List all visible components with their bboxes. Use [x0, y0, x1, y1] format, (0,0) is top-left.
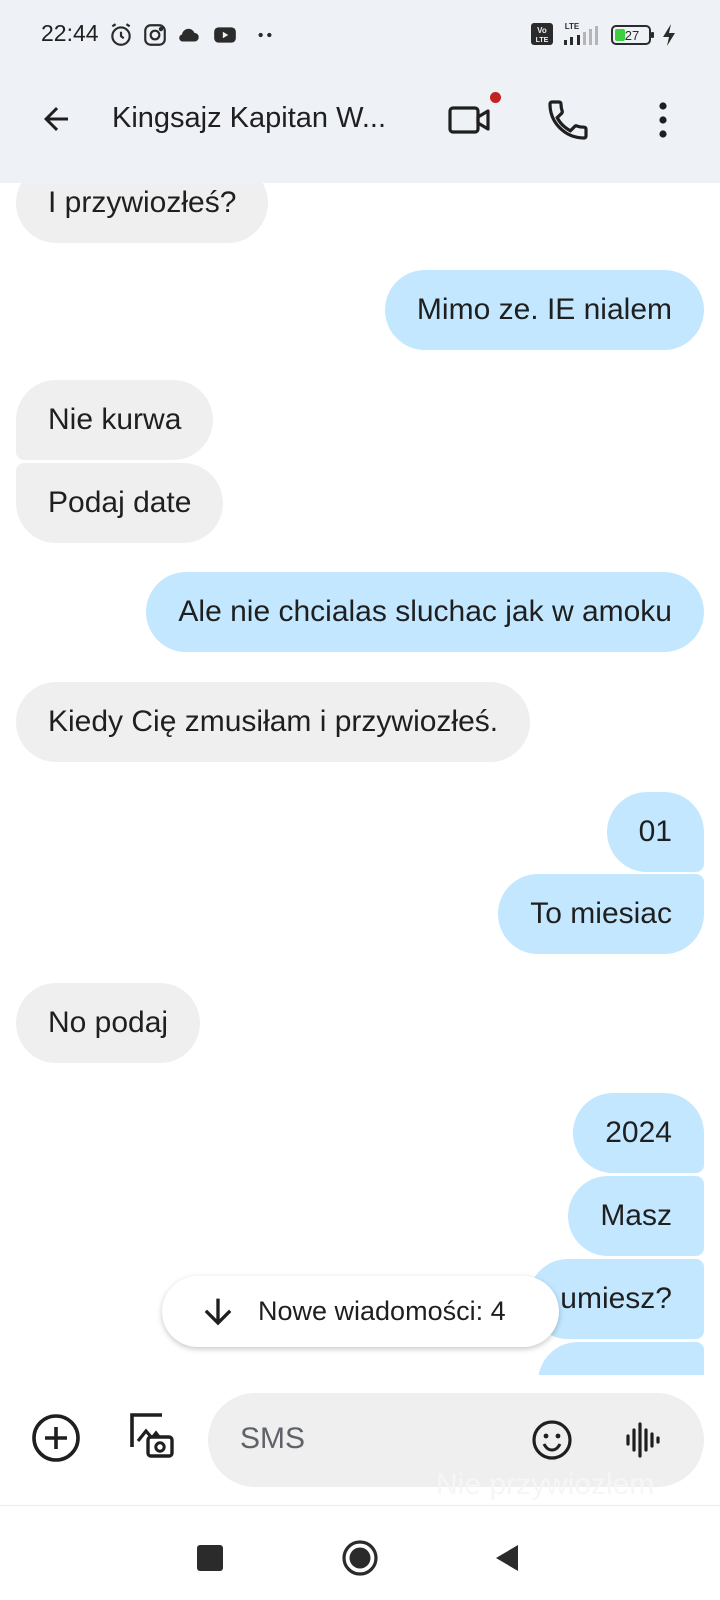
message-incoming[interactable]: Nie kurwa — [16, 380, 214, 460]
message-incoming[interactable]: Podaj date — [16, 463, 224, 543]
message-incoming[interactable]: Kiedy Cię zmusiłam i przywiozłeś. — [16, 682, 531, 762]
cloud-icon — [179, 28, 199, 42]
add-attachment-button[interactable] — [30, 1412, 82, 1464]
status-bar: 22:44 Vo LTE LTE 27 — [0, 0, 720, 70]
charging-icon — [663, 24, 675, 46]
new-messages-label: Nowe wiadomości: 4 — [258, 1296, 506, 1326]
message-incoming[interactable]: No podaj — [16, 983, 201, 1063]
message-outgoing[interactable]: Mimo ze. IE nialem — [384, 270, 704, 350]
more-dots-icon — [258, 32, 272, 38]
more-options-button[interactable] — [648, 96, 678, 144]
status-time: 22:44 — [41, 20, 99, 46]
message-outgoing[interactable]: Masz — [568, 1176, 704, 1256]
message-outgoing[interactable]: 2024 — [573, 1093, 704, 1173]
svg-text:LTE: LTE — [536, 37, 549, 44]
lte-signal-icon: LTE — [564, 22, 598, 45]
video-call-badge — [490, 92, 501, 103]
sms-placeholder: SMS — [240, 1422, 306, 1455]
message-outgoing[interactable]: To miesiac — [498, 874, 704, 954]
recents-button[interactable] — [197, 1545, 223, 1571]
home-button[interactable] — [341, 1539, 379, 1577]
volte-icon: Vo LTE — [531, 23, 553, 45]
message-outgoing-partial: Nie przywiozłem — [436, 1468, 655, 1501]
battery-icon: 27 — [611, 25, 654, 45]
voice-message-button[interactable] — [622, 1418, 666, 1462]
message-outgoing[interactable] — [538, 1342, 704, 1375]
phone-call-button[interactable] — [544, 96, 592, 144]
message-outgoing[interactable]: 01 — [606, 792, 704, 872]
alarm-icon — [111, 23, 131, 46]
system-navigation-bar: Nie przywiozłem — [0, 1468, 720, 1600]
gallery-camera-button[interactable] — [124, 1407, 178, 1461]
emoji-button[interactable] — [530, 1418, 574, 1462]
svg-text:27: 27 — [625, 28, 639, 43]
message-incoming[interactable]: I przywiozłeś? — [16, 183, 269, 243]
video-call-button[interactable] — [446, 96, 494, 144]
svg-text:Vo: Vo — [537, 26, 547, 35]
instagram-icon — [144, 24, 166, 46]
back-nav-button[interactable] — [492, 1542, 522, 1574]
arrow-down-icon — [204, 1298, 232, 1325]
svg-text:LTE: LTE — [565, 22, 580, 31]
message-outgoing[interactable]: Ale nie chcialas sluchac jak w amoku — [146, 572, 704, 652]
arrow-back-icon — [44, 107, 68, 131]
new-messages-button[interactable]: Nowe wiadomości: 4 — [162, 1276, 559, 1347]
contact-name[interactable]: Kingsajz Kapitan W... — [112, 102, 386, 135]
back-button[interactable] — [34, 97, 78, 141]
message-thread[interactable]: I przywiozłeś? Mimo ze. IE nialem Nie ku… — [0, 183, 720, 1375]
youtube-icon — [214, 27, 236, 43]
conversation-header: Kingsajz Kapitan W... — [0, 70, 720, 183]
